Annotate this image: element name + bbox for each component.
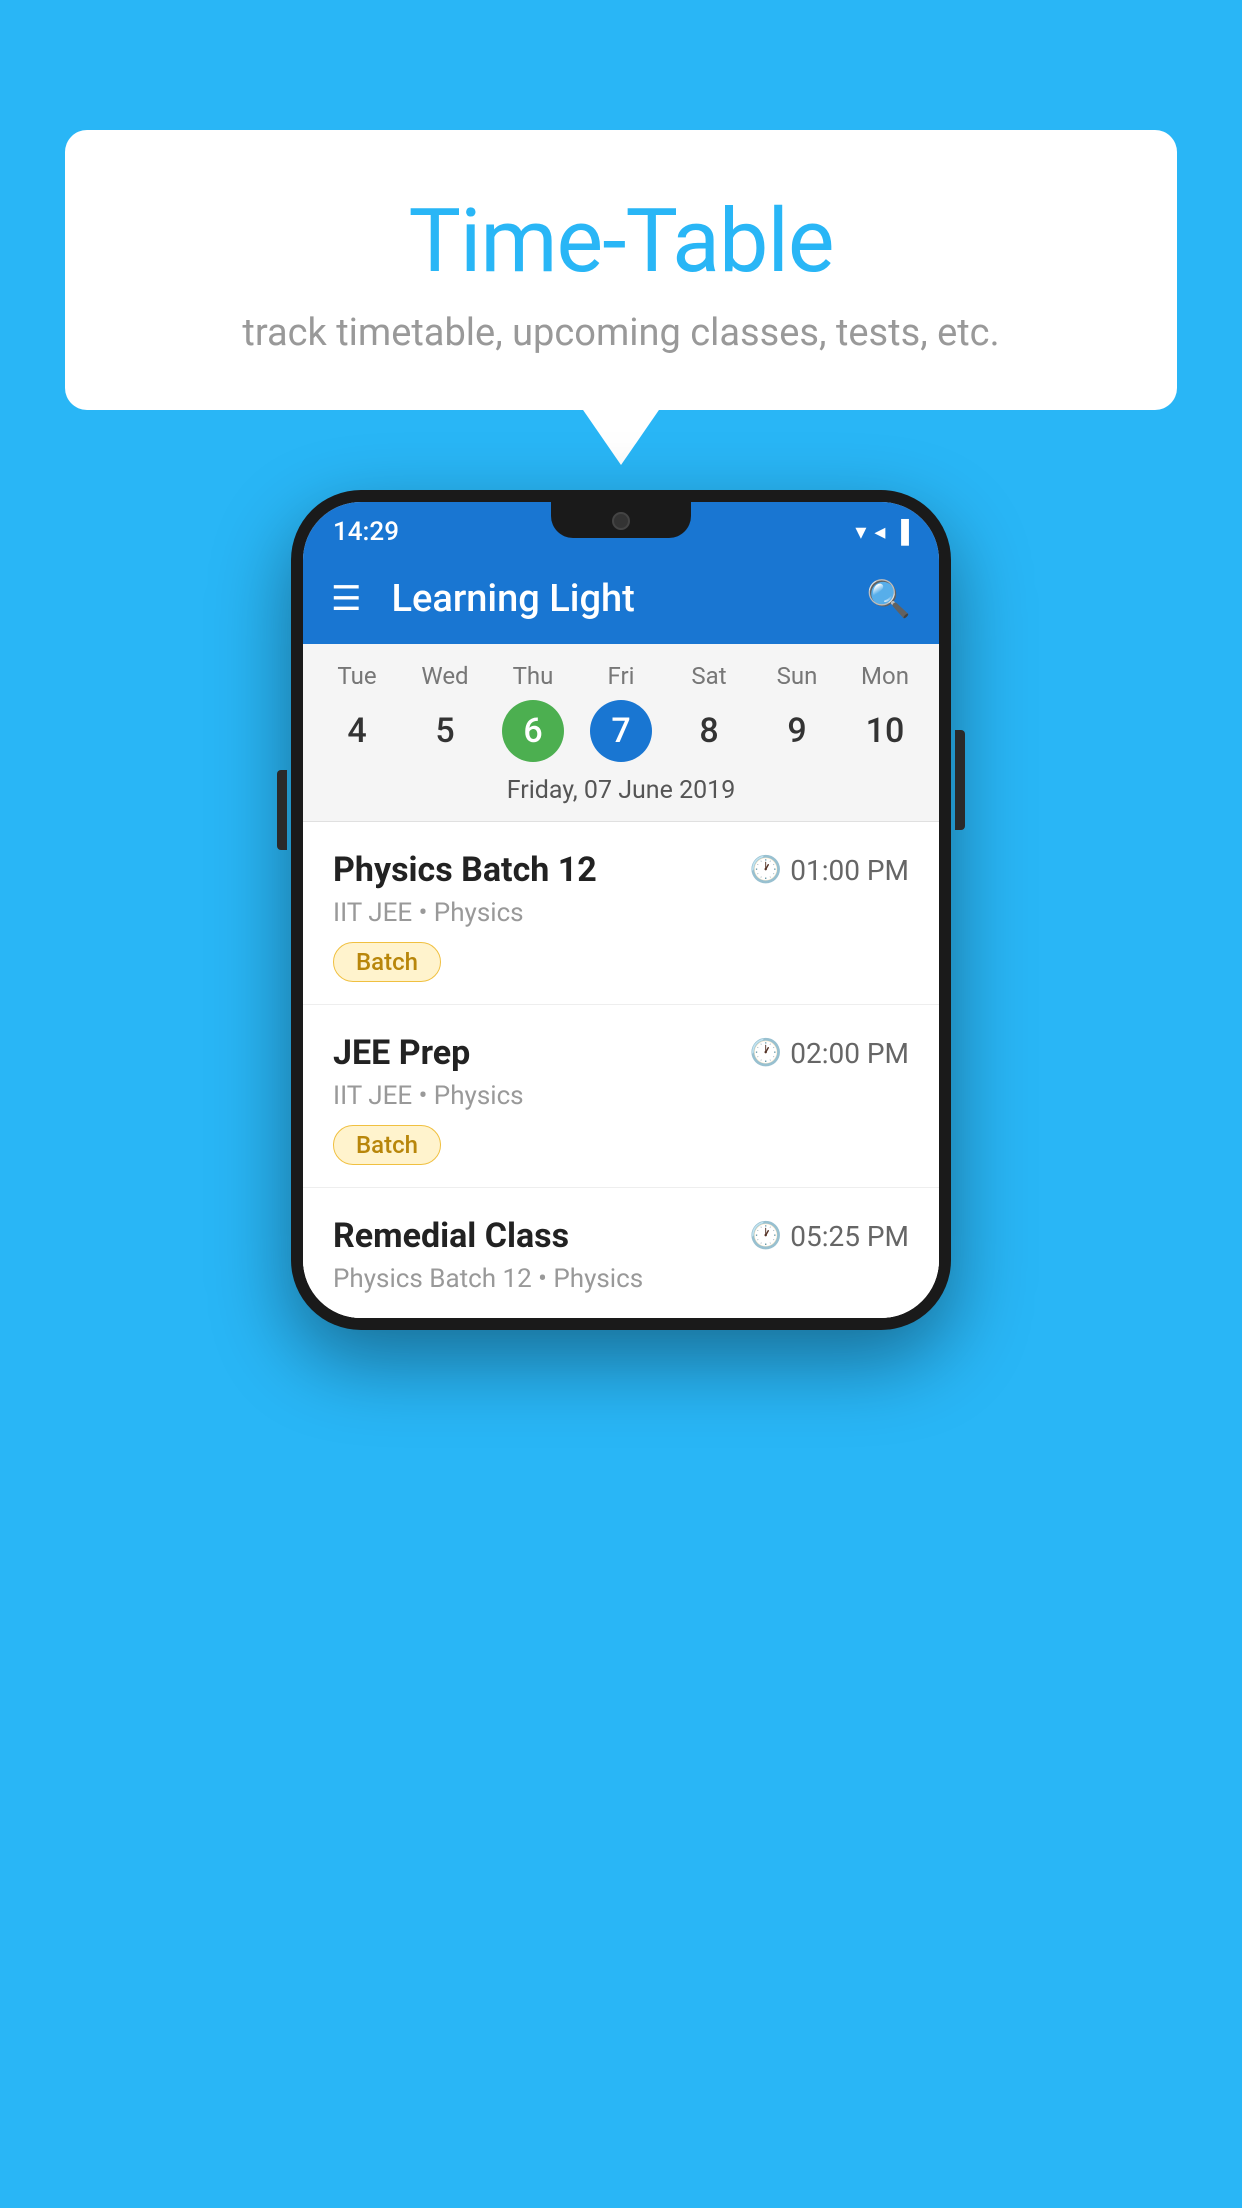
status-icons: ▾ ◂ ▐ xyxy=(855,519,909,545)
phone-notch xyxy=(551,502,691,538)
bubble-title: Time-Table xyxy=(115,190,1127,293)
days-row: Tue 4 Wed 5 Thu 6 Fri 7 Sat 8 Sun 9 Mon 10 xyxy=(303,662,939,762)
class-time: 🕐 01:00 PM xyxy=(750,854,909,887)
day-number: 9 xyxy=(766,700,828,762)
speech-bubble: Time-Table track timetable, upcoming cla… xyxy=(65,130,1177,410)
app-bar: ☰ Learning Light 🔍 xyxy=(303,554,939,644)
selected-date: Friday, 07 June 2019 xyxy=(303,762,939,822)
signal-icon: ◂ xyxy=(874,520,885,545)
day-col-thu[interactable]: Thu 6 xyxy=(493,662,573,762)
day-name: Wed xyxy=(421,662,468,690)
phone-frame: 14:29 ▾ ◂ ▐ ☰ Learning Light 🔍 Tue4Wed5T… xyxy=(291,490,951,1330)
day-col-wed[interactable]: Wed 5 xyxy=(405,662,485,762)
clock-icon: 🕐 xyxy=(750,855,782,885)
batch-badge: Batch xyxy=(333,942,441,982)
class-list: Physics Batch 12 🕐 01:00 PM IIT JEE • Phys… xyxy=(303,822,939,1318)
class-item[interactable]: Remedial Class 🕐 05:25 PM Physics Batch 12… xyxy=(303,1188,939,1318)
day-number: 6 xyxy=(502,700,564,762)
class-item-header: Remedial Class 🕐 05:25 PM xyxy=(333,1216,909,1256)
battery-icon: ▐ xyxy=(893,519,909,545)
class-meta: Physics Batch 12 • Physics xyxy=(333,1264,909,1294)
wifi-icon: ▾ xyxy=(855,520,866,545)
day-name: Mon xyxy=(861,662,909,690)
class-time: 🕐 02:00 PM xyxy=(750,1037,909,1070)
calendar-strip: Tue 4 Wed 5 Thu 6 Fri 7 Sat 8 Sun 9 Mon 10 Friday, 07… xyxy=(303,644,939,822)
class-name: JEE Prep xyxy=(333,1033,470,1073)
day-col-mon[interactable]: Mon 10 xyxy=(845,662,925,762)
day-col-tue[interactable]: Tue 4 xyxy=(317,662,397,762)
class-item[interactable]: JEE Prep 🕐 02:00 PM IIT JEE • Physics Batch xyxy=(303,1005,939,1188)
day-col-fri[interactable]: Fri 7 xyxy=(581,662,661,762)
app-title: Learning Light xyxy=(391,577,866,621)
hamburger-icon[interactable]: ☰ xyxy=(331,582,361,616)
class-item-header: JEE Prep 🕐 02:00 PM xyxy=(333,1033,909,1073)
class-item[interactable]: Physics Batch 12 🕐 01:00 PM IIT JEE • Phys… xyxy=(303,822,939,1005)
day-number: 5 xyxy=(414,700,476,762)
phone-mockup: 14:29 ▾ ◂ ▐ ☰ Learning Light 🔍 Tue4Wed5T… xyxy=(291,490,951,1330)
class-item-header: Physics Batch 12 🕐 01:00 PM xyxy=(333,850,909,890)
class-name: Physics Batch 12 xyxy=(333,850,597,890)
day-name: Sun xyxy=(777,662,818,690)
search-icon[interactable]: 🔍 xyxy=(866,578,911,620)
day-col-sun[interactable]: Sun 9 xyxy=(757,662,837,762)
class-name: Remedial Class xyxy=(333,1216,569,1256)
day-name: Thu xyxy=(513,662,554,690)
class-time: 🕐 05:25 PM xyxy=(750,1220,909,1253)
speech-bubble-container: Time-Table track timetable, upcoming cla… xyxy=(65,130,1177,410)
day-name: Tue xyxy=(337,662,376,690)
phone-screen: 14:29 ▾ ◂ ▐ ☰ Learning Light 🔍 Tue4Wed5T… xyxy=(303,502,939,1318)
batch-badge: Batch xyxy=(333,1125,441,1165)
day-number: 8 xyxy=(678,700,740,762)
class-meta: IIT JEE • Physics xyxy=(333,898,909,928)
day-col-sat[interactable]: Sat 8 xyxy=(669,662,749,762)
day-number: 7 xyxy=(590,700,652,762)
day-name: Sat xyxy=(691,662,726,690)
clock-icon: 🕐 xyxy=(750,1038,782,1068)
day-number: 10 xyxy=(854,700,916,762)
day-name: Fri xyxy=(608,662,635,690)
class-meta: IIT JEE • Physics xyxy=(333,1081,909,1111)
day-number: 4 xyxy=(326,700,388,762)
clock-icon: 🕐 xyxy=(750,1221,782,1251)
bubble-subtitle: track timetable, upcoming classes, tests… xyxy=(115,311,1127,355)
camera xyxy=(612,512,630,530)
status-time: 14:29 xyxy=(333,517,399,547)
